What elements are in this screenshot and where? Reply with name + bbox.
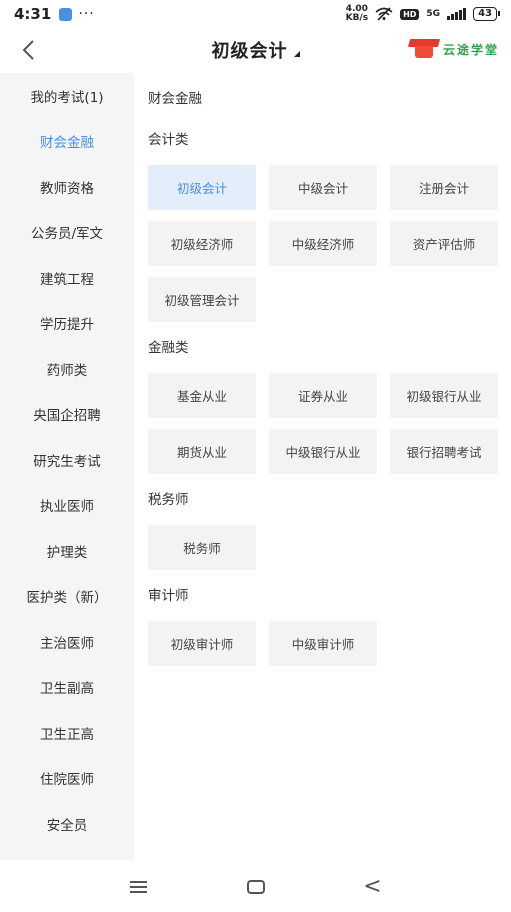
brand-name: 云途学堂 [442, 42, 499, 57]
network-type: 5G [426, 9, 441, 19]
notification-app-icon [59, 7, 73, 21]
chevron-left-icon [22, 40, 34, 60]
hd-voice-badge: HD [400, 8, 420, 20]
status-indicators: 4.00 KB/s HD 5G 43 [346, 5, 500, 23]
status-bar: 4:31 ··· 4.00 KB/s HD 5G 43 [0, 0, 511, 28]
page-title: 初级会计 [211, 41, 288, 62]
network-speed-unit: KB/s [345, 13, 369, 23]
exam-tile[interactable]: 基金从业 [148, 373, 256, 418]
wifi-off-icon [375, 7, 393, 21]
back-button[interactable] [14, 34, 42, 66]
back-icon: < [363, 874, 382, 899]
sidebar-item-my-exams[interactable]: 我的考试(1) [0, 73, 134, 119]
exam-tile[interactable]: 证券从业 [269, 373, 377, 418]
exam-tile[interactable]: 中级会计 [269, 165, 377, 210]
system-back-button[interactable]: < [353, 872, 393, 902]
sidebar-item-postgraduate[interactable]: 研究生考试 [0, 437, 134, 483]
battery-icon: 43 [473, 7, 500, 21]
exam-tile[interactable]: 中级银行从业 [269, 429, 377, 474]
exam-tile[interactable]: 银行招聘考试 [390, 429, 498, 474]
sidebar-item-health-senior[interactable]: 卫生正高 [0, 710, 134, 756]
home-button[interactable] [236, 872, 276, 902]
sidebar-item-pharmacist[interactable]: 药师类 [0, 346, 134, 392]
section-grid: 基金从业 证券从业 初级银行从业 期货从业 中级银行从业 银行招聘考试 [148, 373, 511, 474]
sidebar-item-physician[interactable]: 执业医师 [0, 483, 134, 529]
section-grid: 初级会计 中级会计 注册会计 初级经济师 中级经济师 资产评估师 初级管理会计 [148, 165, 511, 322]
sidebar-item-teacher[interactable]: 教师资格 [0, 164, 134, 210]
exam-tile[interactable]: 注册会计 [390, 165, 498, 210]
category-sidebar: 我的考试(1) 财会金融 教师资格 公务员/军文 建筑工程 学历提升 药师类 央… [0, 73, 134, 860]
section-title: 金融类 [148, 340, 189, 356]
exam-tile[interactable]: 资产评估师 [390, 221, 498, 266]
exam-tile[interactable]: 初级审计师 [148, 621, 256, 666]
category-title: 财会金融 [148, 91, 202, 107]
exam-tile[interactable]: 中级经济师 [269, 221, 377, 266]
exam-tile[interactable]: 初级银行从业 [390, 373, 498, 418]
network-speed: 4.00 KB/s [346, 5, 368, 23]
sidebar-item-nursing[interactable]: 护理类 [0, 528, 134, 574]
sidebar-item-education[interactable]: 学历提升 [0, 301, 134, 347]
exam-tile[interactable]: 初级管理会计 [148, 277, 256, 322]
more-notifications-icon: ··· [78, 6, 95, 22]
exam-list: 财会金融 会计类 初级会计 中级会计 注册会计 初级经济师 中级经济师 资产评估… [134, 73, 511, 860]
menu-icon[interactable] [119, 872, 159, 902]
exam-tile[interactable]: 初级会计 [148, 165, 256, 210]
section-grid: 税务师 [148, 525, 511, 570]
exam-selector[interactable]: 初级会计 [212, 37, 300, 63]
section-title: 税务师 [148, 492, 189, 508]
section-title: 会计类 [148, 132, 189, 148]
sidebar-item-safety[interactable]: 安全员 [0, 801, 134, 847]
brand: 云途学堂 [407, 39, 499, 59]
exam-tile[interactable]: 税务师 [148, 525, 256, 570]
status-time: 4:31 [14, 5, 52, 23]
section-title: 审计师 [148, 588, 189, 604]
signal-strength-icon [447, 8, 467, 20]
sidebar-item-civil-servant[interactable]: 公务员/军文 [0, 210, 134, 256]
system-navigation-bar: < [0, 861, 511, 912]
exam-tile[interactable]: 中级审计师 [269, 621, 377, 666]
page-header: 初级会计 云途学堂 [0, 28, 511, 72]
exam-tile[interactable]: 初级经济师 [148, 221, 256, 266]
section-grid: 初级审计师 中级审计师 [148, 621, 511, 666]
sidebar-item-attending-physician[interactable]: 主治医师 [0, 619, 134, 665]
sidebar-item-medical-new[interactable]: 医护类（新） [0, 574, 134, 620]
sidebar-item-resident[interactable]: 住院医师 [0, 756, 134, 802]
caret-down-icon [293, 51, 300, 57]
home-icon [246, 879, 265, 894]
graduation-cap-logo-icon [407, 39, 441, 59]
sidebar-item-health-associate[interactable]: 卫生副高 [0, 665, 134, 711]
sidebar-item-construction[interactable]: 建筑工程 [0, 255, 134, 301]
exam-tile[interactable]: 期货从业 [148, 429, 256, 474]
sidebar-item-soe-recruitment[interactable]: 央国企招聘 [0, 392, 134, 438]
sidebar-item-finance[interactable]: 财会金融 [0, 119, 134, 165]
